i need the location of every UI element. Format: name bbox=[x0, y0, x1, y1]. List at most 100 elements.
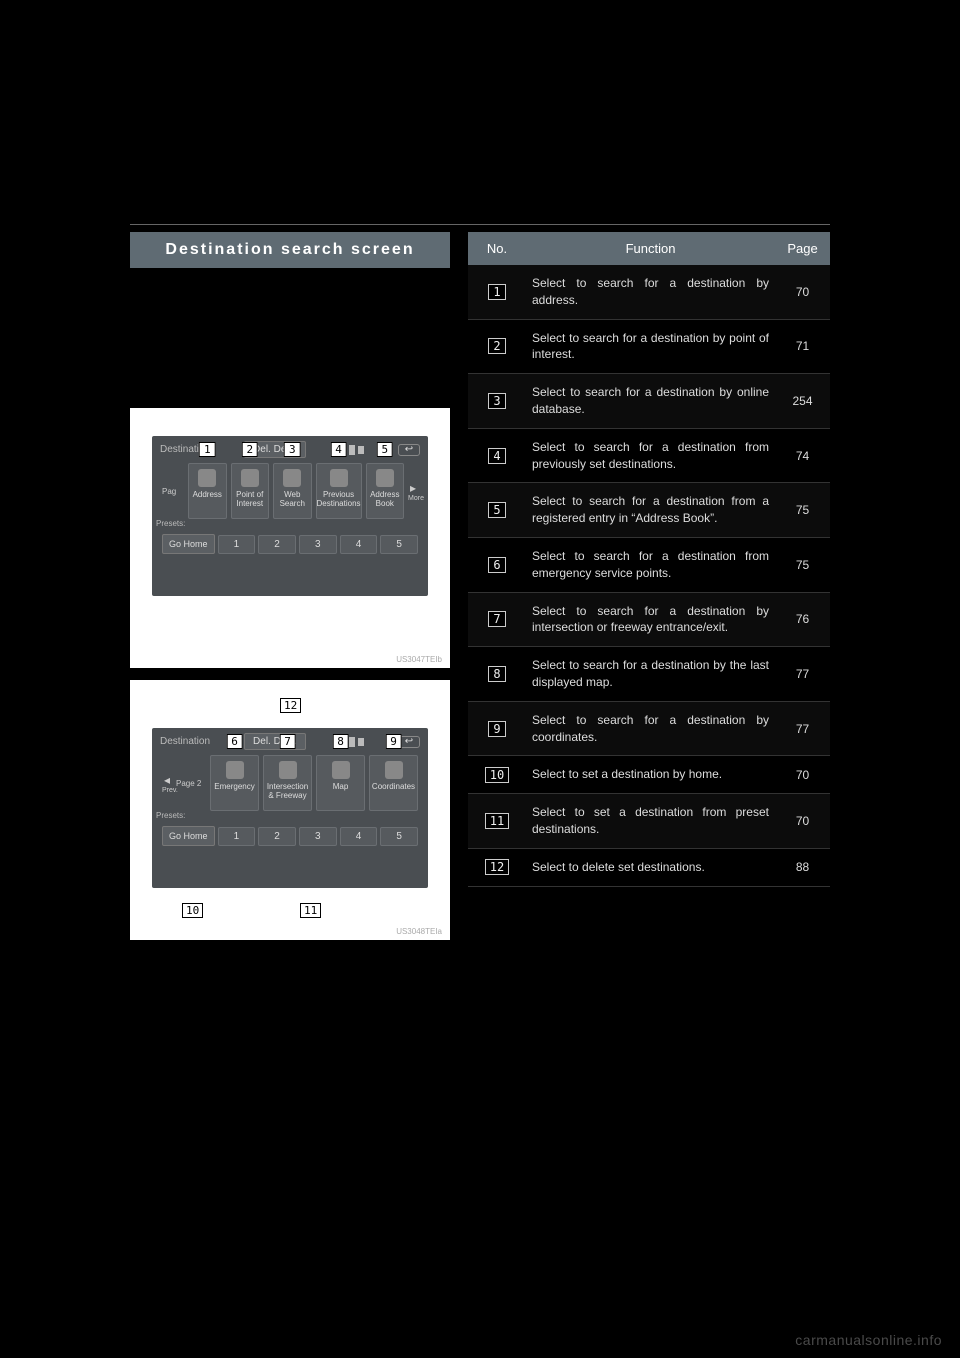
emergency-icon bbox=[226, 761, 244, 779]
row-no: 6 bbox=[468, 547, 526, 583]
row-function: Select to search for a destination by in… bbox=[526, 593, 775, 647]
preset-2[interactable]: 2 bbox=[258, 827, 296, 846]
row-page: 70 bbox=[775, 814, 830, 828]
web-icon bbox=[283, 469, 301, 487]
more-arrow[interactable]: ▸More bbox=[408, 481, 418, 502]
image-id: US3048TEIa bbox=[396, 927, 442, 936]
callout-10: 10 bbox=[182, 903, 203, 918]
right-column: No. Function Page 1Select to search for … bbox=[468, 232, 830, 952]
go-home-button[interactable]: Go Home bbox=[162, 826, 215, 846]
callout-3: 3 bbox=[284, 442, 301, 457]
callout-1: 1 bbox=[199, 442, 216, 457]
col-page: Page bbox=[775, 232, 830, 265]
row-no: 5 bbox=[468, 492, 526, 528]
table-row: 8Select to search for a destination by t… bbox=[468, 647, 830, 702]
table-row: 7Select to search for a destination by i… bbox=[468, 593, 830, 648]
row-no: 9 bbox=[468, 711, 526, 747]
watermark: carmanualsonline.info bbox=[795, 1332, 942, 1348]
preset-1[interactable]: 1 bbox=[218, 535, 256, 554]
map-icon bbox=[332, 761, 350, 779]
row-page: 254 bbox=[775, 394, 830, 408]
row-function: Select to search for a destination by po… bbox=[526, 320, 775, 374]
callout-12: 12 bbox=[280, 698, 301, 713]
callout-2: 2 bbox=[241, 442, 258, 457]
row-page: 71 bbox=[775, 339, 830, 353]
row-page: 75 bbox=[775, 558, 830, 572]
preset-3[interactable]: 3 bbox=[299, 827, 337, 846]
preset-2[interactable]: 2 bbox=[258, 535, 296, 554]
table-row: 12Select to delete set destinations.88 bbox=[468, 849, 830, 887]
intersection-button[interactable]: 7 Intersection & Freeway bbox=[263, 755, 312, 811]
presets-label: Presets: bbox=[152, 519, 428, 528]
table-header: No. Function Page bbox=[468, 232, 830, 265]
row-no: 10 bbox=[468, 757, 526, 793]
page-indicator: Pag bbox=[162, 487, 184, 496]
page-content: Destination search screen Destination De… bbox=[130, 232, 830, 952]
preset-1[interactable]: 1 bbox=[218, 827, 256, 846]
callout-6: 6 bbox=[226, 734, 243, 749]
screen-title: Destination bbox=[160, 736, 210, 747]
table-row: 5Select to search for a destination from… bbox=[468, 483, 830, 538]
row-no: 12 bbox=[468, 849, 526, 885]
row-page: 70 bbox=[775, 768, 830, 782]
intersection-icon bbox=[279, 761, 297, 779]
presets-label: Presets: bbox=[152, 811, 428, 820]
row-function: Select to search for a destination by on… bbox=[526, 374, 775, 428]
row-function: Select to search for a destination from … bbox=[526, 429, 775, 483]
address-button[interactable]: 1 Address bbox=[188, 463, 227, 519]
callout-5: 5 bbox=[376, 442, 393, 457]
poi-button[interactable]: 2 Point of Interest bbox=[231, 463, 270, 519]
row-function: Select to delete set destinations. bbox=[526, 849, 775, 886]
back-icon[interactable]: ↩ bbox=[398, 444, 420, 456]
screenshot-page1: Destination Del. Dest. ↩ Pag 1 Address bbox=[130, 408, 450, 668]
callout-9: 9 bbox=[385, 734, 402, 749]
callout-11: 11 bbox=[300, 903, 321, 918]
address-icon bbox=[198, 469, 216, 487]
table-row: 1Select to search for a destination by a… bbox=[468, 265, 830, 320]
row-function: Select to search for a destination by th… bbox=[526, 647, 775, 701]
row-function: Select to set a destination from preset … bbox=[526, 794, 775, 848]
col-no: No. bbox=[468, 232, 526, 265]
nav-screen-1: Destination Del. Dest. ↩ Pag 1 Address bbox=[152, 436, 428, 596]
previous-icon bbox=[330, 469, 348, 487]
delete-dest-button[interactable]: Del. Dest. bbox=[244, 733, 306, 750]
callout-8: 8 bbox=[332, 734, 349, 749]
preset-4[interactable]: 4 bbox=[340, 827, 378, 846]
row-no: 7 bbox=[468, 601, 526, 637]
top-divider bbox=[130, 224, 830, 225]
nav-screen-2: Destination Del. Dest. ↩ ◂Prev. Page 2 6… bbox=[152, 728, 428, 888]
row-page: 76 bbox=[775, 612, 830, 626]
previous-dest-button[interactable]: 4 Previous Destinations bbox=[316, 463, 362, 519]
row-no: 4 bbox=[468, 438, 526, 474]
address-book-button[interactable]: 5 Address Book bbox=[366, 463, 405, 519]
row-no: 8 bbox=[468, 656, 526, 692]
web-search-button[interactable]: 3 Web Search bbox=[273, 463, 312, 519]
go-home-button[interactable]: Go Home bbox=[162, 534, 215, 554]
row-no: 2 bbox=[468, 328, 526, 364]
coordinates-button[interactable]: 9 Coordinates bbox=[369, 755, 418, 811]
coordinates-icon bbox=[385, 761, 403, 779]
preset-4[interactable]: 4 bbox=[340, 535, 378, 554]
row-no: 1 bbox=[468, 274, 526, 310]
preset-5[interactable]: 5 bbox=[380, 535, 418, 554]
left-column: Destination search screen Destination De… bbox=[130, 232, 450, 952]
screenshot-page2: 12 Destination Del. Dest. ↩ ◂Prev. Page … bbox=[130, 680, 450, 940]
row-function: Select to search for a destination from … bbox=[526, 483, 775, 537]
row-page: 70 bbox=[775, 285, 830, 299]
emergency-button[interactable]: 6 Emergency bbox=[210, 755, 259, 811]
row-page: 75 bbox=[775, 503, 830, 517]
table-row: 10Select to set a destination by home.70 bbox=[468, 756, 830, 794]
row-page: 88 bbox=[775, 860, 830, 874]
row-no: 3 bbox=[468, 383, 526, 419]
row-no: 11 bbox=[468, 803, 526, 839]
function-table: No. Function Page 1Select to search for … bbox=[468, 232, 830, 887]
image-id: US3047TEIb bbox=[396, 655, 442, 664]
row-page: 77 bbox=[775, 722, 830, 736]
table-row: 11Select to set a destination from prese… bbox=[468, 794, 830, 849]
table-row: 4Select to search for a destination from… bbox=[468, 429, 830, 484]
prev-arrow[interactable]: ◂Prev. bbox=[162, 773, 172, 794]
preset-5[interactable]: 5 bbox=[380, 827, 418, 846]
row-function: Select to search for a destination by ad… bbox=[526, 265, 775, 319]
preset-3[interactable]: 3 bbox=[299, 535, 337, 554]
map-button[interactable]: 8 Map bbox=[316, 755, 365, 811]
